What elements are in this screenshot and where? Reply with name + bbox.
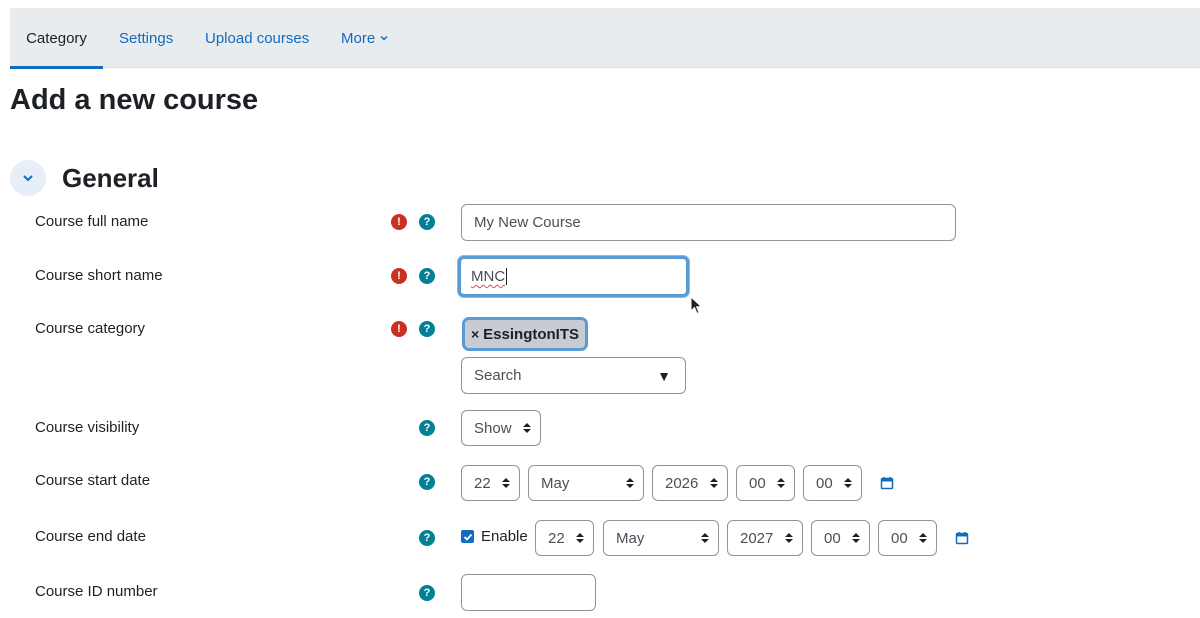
visibility-value: Show bbox=[474, 419, 512, 437]
tab-settings[interactable]: Settings bbox=[119, 8, 173, 68]
question-circle-icon[interactable]: ? bbox=[419, 585, 435, 601]
enddate-month-value: May bbox=[616, 529, 645, 547]
question-circle-icon[interactable]: ? bbox=[419, 268, 435, 284]
startdate-day-value: 22 bbox=[474, 474, 491, 492]
category-selected-label: EssingtonITS bbox=[483, 325, 580, 343]
enddate-day-value: 22 bbox=[548, 529, 565, 547]
startdate-minute-select[interactable]: 00 bbox=[803, 465, 862, 501]
enddate-minute-value: 00 bbox=[891, 529, 908, 547]
category-selected-chip[interactable]: × EssingtonITS bbox=[462, 317, 588, 351]
fullname-input[interactable]: My New Course bbox=[461, 204, 956, 241]
exclamation-circle-icon: ! bbox=[391, 268, 407, 284]
enddate-label: Course end date bbox=[35, 528, 146, 545]
section-general-header: General bbox=[10, 159, 159, 197]
enddate-month-select[interactable]: May bbox=[603, 520, 719, 556]
enddate-enable-checkbox[interactable] bbox=[461, 530, 474, 543]
idnumber-input[interactable] bbox=[461, 574, 596, 611]
mouse-cursor-icon bbox=[690, 296, 703, 315]
sort-arrows-icon bbox=[710, 478, 718, 488]
shortname-input[interactable]: MNC bbox=[458, 256, 689, 297]
category-label: Course category bbox=[35, 320, 146, 337]
tab-more-label: More bbox=[341, 29, 376, 47]
collapse-general-button[interactable] bbox=[10, 160, 46, 196]
enddate-hour-select[interactable]: 00 bbox=[811, 520, 870, 556]
calendar-icon[interactable] bbox=[955, 531, 969, 545]
sort-arrows-icon bbox=[852, 533, 860, 543]
shortname-value: MNC bbox=[471, 268, 506, 285]
sort-arrows-icon bbox=[502, 478, 510, 488]
visibility-label: Course visibility bbox=[35, 419, 140, 436]
chevron-down-icon bbox=[23, 175, 33, 182]
sort-arrows-icon bbox=[777, 478, 785, 488]
enddate-enable-toggle[interactable]: Enable bbox=[461, 528, 528, 545]
sort-arrows-icon bbox=[701, 533, 709, 543]
checkmark-icon bbox=[463, 533, 472, 541]
sort-arrows-icon bbox=[785, 533, 793, 543]
startdate-minute-value: 00 bbox=[816, 474, 833, 492]
remove-icon[interactable]: × bbox=[471, 326, 479, 342]
visibility-select[interactable]: Show bbox=[461, 410, 541, 446]
startdate-month-select[interactable]: May bbox=[528, 465, 644, 501]
enddate-day-select[interactable]: 22 bbox=[535, 520, 594, 556]
sort-arrows-icon bbox=[576, 533, 584, 543]
sort-arrows-icon bbox=[919, 533, 927, 543]
chevron-down-icon bbox=[380, 35, 388, 41]
startdate-year-value: 2026 bbox=[665, 474, 699, 492]
startdate-hour-value: 00 bbox=[749, 474, 766, 492]
section-title: General bbox=[62, 162, 159, 193]
idnumber-label: Course ID number bbox=[35, 583, 158, 600]
sort-arrows-icon bbox=[626, 478, 634, 488]
sort-arrows-icon bbox=[523, 423, 531, 433]
text-caret bbox=[506, 268, 508, 285]
tab-more[interactable]: More bbox=[341, 8, 389, 68]
exclamation-circle-icon: ! bbox=[391, 214, 407, 230]
enddate-year-select[interactable]: 2027 bbox=[727, 520, 803, 556]
enddate-enable-label: Enable bbox=[481, 528, 528, 545]
shortname-label: Course short name bbox=[35, 267, 163, 284]
calendar-icon[interactable] bbox=[880, 476, 894, 490]
fullname-label: Course full name bbox=[35, 213, 149, 230]
sort-arrows-icon bbox=[844, 478, 852, 488]
question-circle-icon[interactable]: ? bbox=[419, 214, 435, 230]
question-circle-icon[interactable]: ? bbox=[419, 420, 435, 436]
startdate-hour-select[interactable]: 00 bbox=[736, 465, 795, 501]
category-search-placeholder: Search bbox=[474, 367, 522, 384]
page-title: Add a new course bbox=[10, 84, 259, 116]
startdate-day-select[interactable]: 22 bbox=[461, 465, 520, 501]
enddate-minute-select[interactable]: 00 bbox=[878, 520, 937, 556]
category-search-input[interactable]: Search ▼ bbox=[461, 357, 686, 394]
startdate-year-select[interactable]: 2026 bbox=[652, 465, 728, 501]
secondary-navigation: Category Settings Upload courses More bbox=[10, 8, 1200, 69]
question-circle-icon[interactable]: ? bbox=[419, 474, 435, 490]
startdate-month-value: May bbox=[541, 474, 570, 492]
question-circle-icon[interactable]: ? bbox=[419, 321, 435, 337]
enddate-hour-value: 00 bbox=[824, 529, 841, 547]
tab-category[interactable]: Category bbox=[10, 8, 103, 69]
dropdown-triangle-icon: ▼ bbox=[657, 368, 671, 384]
question-circle-icon[interactable]: ? bbox=[419, 530, 435, 546]
exclamation-circle-icon: ! bbox=[391, 321, 407, 337]
fullname-value: My New Course bbox=[474, 214, 581, 231]
startdate-label: Course start date bbox=[35, 472, 151, 489]
enddate-year-value: 2027 bbox=[740, 529, 774, 547]
tab-upload-courses[interactable]: Upload courses bbox=[205, 8, 309, 68]
